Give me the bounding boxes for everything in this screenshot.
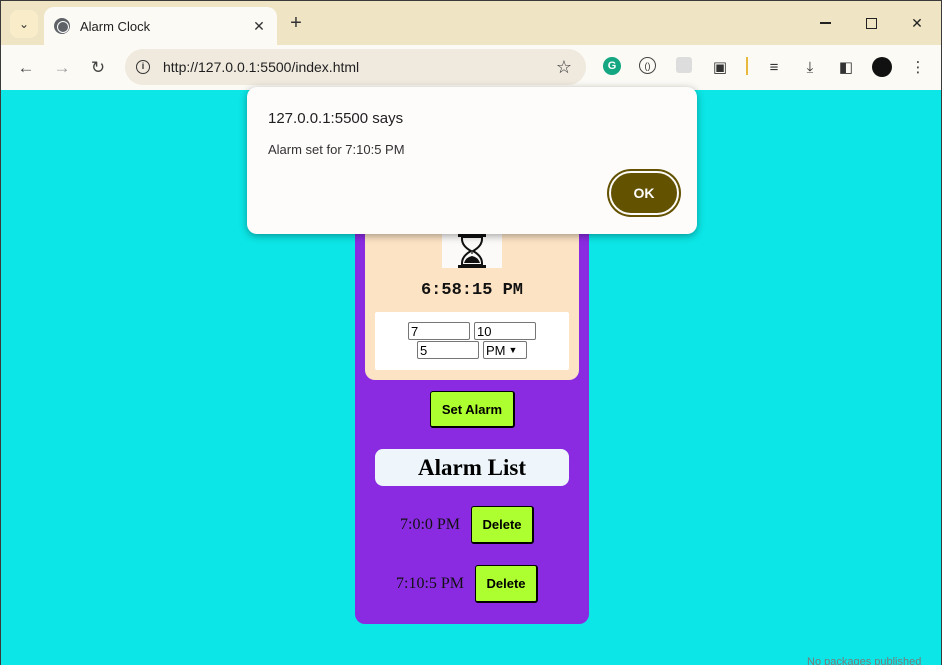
alarm-list-item: 7:10:5 PM Delete [355, 565, 589, 605]
ampm-select-value: PM [486, 342, 506, 358]
maximize-icon[interactable] [848, 1, 894, 45]
dialog-message: Alarm set for 7:10:5 PM [268, 142, 405, 157]
tab-title: Alarm Clock [80, 18, 151, 34]
tab-alarm-clock[interactable]: Alarm Clock ✕ [44, 7, 277, 45]
menu-kebab-icon[interactable]: ⋮ [908, 57, 928, 77]
toolbar-separator [746, 57, 748, 75]
alert-dialog: 127.0.0.1:5500 says Alarm set for 7:10:5… [247, 87, 697, 234]
minimize-icon[interactable] [802, 1, 848, 45]
lens-extension-icon[interactable]: () [639, 57, 656, 74]
alarm-time: 7:0:0 PM [400, 516, 461, 533]
forward-arrow-icon[interactable]: → [49, 55, 75, 81]
media-playlist-icon[interactable]: ≡ [764, 57, 784, 77]
reload-icon[interactable]: ↻ [85, 55, 111, 81]
browser-window: ⌄ Alarm Clock ✕ + ✕ ← → ↻ i http://127.0… [0, 0, 942, 665]
new-tab-plus-icon[interactable]: + [286, 12, 306, 34]
grammarly-extension-icon[interactable]: G [603, 57, 621, 75]
browser-toolbar: ← → ↻ i http://127.0.0.1:5500/index.html… [1, 45, 941, 90]
bookmark-star-icon[interactable]: ☆ [556, 57, 572, 78]
set-alarm-button[interactable]: Set Alarm [430, 391, 515, 428]
alarm-list-item: 7:0:0 PM Delete [355, 506, 589, 546]
tab-strip: ⌄ Alarm Clock ✕ + ✕ [1, 1, 941, 45]
url-text[interactable]: http://127.0.0.1:5500/index.html [163, 59, 556, 75]
tab-close-icon[interactable]: ✕ [251, 18, 267, 35]
dialog-origin: 127.0.0.1:5500 says [268, 110, 404, 127]
window-close-icon[interactable]: ✕ [894, 1, 940, 45]
profile-avatar-icon[interactable] [872, 57, 892, 77]
side-panel-icon[interactable]: ◧ [836, 57, 856, 77]
chevron-down-icon: ▼ [508, 345, 518, 355]
download-icon[interactable]: ⤓ [800, 57, 820, 77]
hourglass-icon [442, 234, 502, 268]
hour-input[interactable] [408, 322, 470, 340]
alarm-input-panel: PM ▼ [375, 312, 569, 370]
alarm-time: 7:10:5 PM [396, 575, 465, 592]
site-info-icon[interactable]: i [136, 60, 150, 74]
address-bar[interactable]: i http://127.0.0.1:5500/index.html ☆ [125, 49, 586, 85]
second-input[interactable] [417, 341, 479, 359]
delete-alarm-button[interactable]: Delete [471, 506, 534, 544]
image-extension-icon[interactable] [676, 57, 692, 73]
edge-clipped-text: No packages published [807, 656, 922, 665]
alarm-list-title: Alarm List [375, 449, 569, 486]
ampm-select[interactable]: PM ▼ [483, 341, 527, 359]
dialog-ok-button[interactable]: OK [609, 171, 679, 215]
tab-search-chevron-icon[interactable]: ⌄ [10, 10, 38, 38]
extensions-puzzle-icon[interactable]: ▣ [710, 57, 730, 77]
delete-alarm-button[interactable]: Delete [475, 565, 538, 603]
minute-input[interactable] [474, 322, 536, 340]
current-time: 6:58:15 PM [420, 281, 524, 300]
globe-icon [54, 18, 70, 34]
back-arrow-icon[interactable]: ← [13, 55, 39, 81]
